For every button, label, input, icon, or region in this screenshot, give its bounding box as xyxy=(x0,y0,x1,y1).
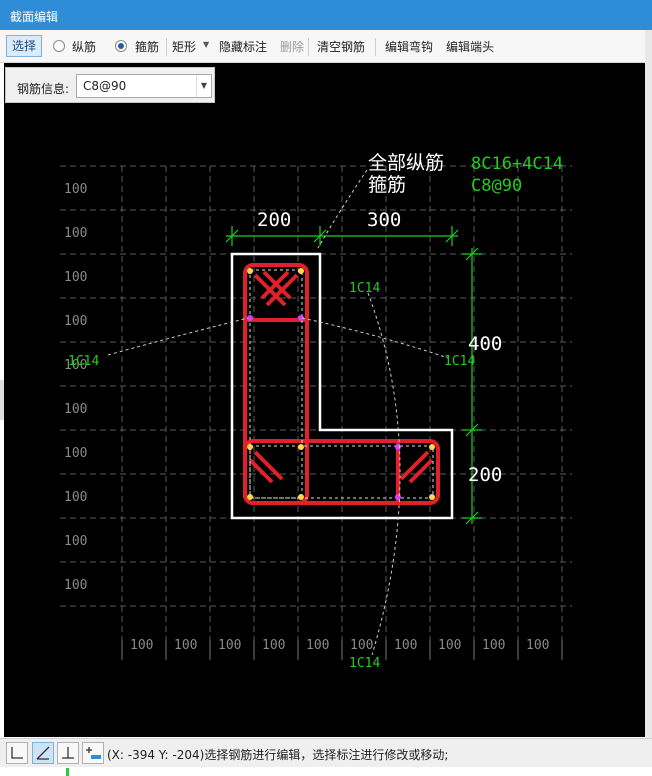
status-bar: (X: -394 Y: -204)选择钢筋进行编辑，选择标注进行修改或移动; xyxy=(0,738,652,767)
rebar-point xyxy=(247,494,253,500)
long-rebar-label[interactable]: 纵筋 xyxy=(72,37,96,57)
grid-label: 100 xyxy=(64,270,87,285)
leader-lines xyxy=(107,169,449,656)
grid-label: 100 xyxy=(130,638,153,653)
rebar-label: 1C14 xyxy=(349,281,380,296)
legend: 全部纵筋 箍筋 xyxy=(368,152,444,196)
toolbar-separator xyxy=(375,38,376,56)
grid-label: 100 xyxy=(350,638,373,653)
grid-label: 100 xyxy=(64,226,87,241)
window-edge xyxy=(0,767,652,776)
grid-label: 100 xyxy=(64,578,87,593)
rebar-label: 1C14 xyxy=(349,656,380,671)
title-bar: 截面编辑 xyxy=(0,0,652,30)
grid-label: 100 xyxy=(64,490,87,505)
rebar-point xyxy=(247,444,253,450)
dim-300-top: 300 xyxy=(367,209,401,231)
perpendicular-snap-icon[interactable] xyxy=(57,742,79,764)
rebar-point xyxy=(429,494,435,500)
toolbar: 选择 纵筋 箍筋 矩形 ▼ 隐藏标注 删除 清空钢筋 编辑弯钩 编辑端头 xyxy=(0,30,652,63)
window-title: 截面编辑 xyxy=(10,10,59,24)
dim-200-top: 200 xyxy=(257,209,291,231)
grid-label: 100 xyxy=(64,402,87,417)
legend-long-rebar: 全部纵筋 xyxy=(368,152,444,174)
shape-dropdown[interactable]: 矩形 xyxy=(172,37,196,57)
grid-label: 100 xyxy=(64,446,87,461)
grid-label: 100 xyxy=(64,182,87,197)
rebar-point xyxy=(395,444,401,450)
grid-label: 100 xyxy=(438,638,461,653)
rebar-label: 1C14 xyxy=(68,354,99,369)
rebar-point xyxy=(298,444,304,450)
stirrup-label[interactable]: 箍筋 xyxy=(135,37,159,57)
grid-label: 100 xyxy=(306,638,329,653)
angle-snap-icon[interactable] xyxy=(32,742,54,764)
grid-label: 100 xyxy=(482,638,505,653)
dim-400-right: 400 xyxy=(468,333,502,355)
rebar-info-label: 钢筋信息: xyxy=(17,82,70,96)
ortho-snap-icon[interactable] xyxy=(6,742,28,764)
status-text: (X: -394 Y: -204)选择钢筋进行编辑，选择标注进行修改或移动; xyxy=(107,748,449,762)
grid-label: 100 xyxy=(218,638,241,653)
select-button[interactable]: 选择 xyxy=(6,35,42,57)
grid-label: 100 xyxy=(262,638,285,653)
rebar-point xyxy=(429,444,435,450)
long-rebar-radio[interactable] xyxy=(53,40,65,52)
dimension-lines xyxy=(225,226,482,525)
legend-stirrup: 箍筋 xyxy=(368,174,406,196)
delete-button[interactable]: 删除 xyxy=(280,37,304,57)
grid-label: 100 xyxy=(526,638,549,653)
toolbar-separator xyxy=(308,38,309,56)
legend-values[interactable]: 8C16+4C14 C8@90 xyxy=(471,154,563,196)
window-edge xyxy=(645,30,652,740)
edit-end-button[interactable]: 编辑端头 xyxy=(446,37,494,57)
chevron-down-icon[interactable]: ▼ xyxy=(196,75,211,97)
rebar-points[interactable] xyxy=(247,268,435,500)
long-rebar-value: 8C16+4C14 xyxy=(471,154,563,174)
rebar-point xyxy=(298,268,304,274)
drawing-canvas[interactable]: 100 100 100 100 100 100 100 100 100 100 … xyxy=(4,63,645,737)
chevron-down-icon[interactable]: ▼ xyxy=(203,40,209,49)
grid-label: 100 xyxy=(394,638,417,653)
dim-200-right: 200 xyxy=(468,464,502,486)
clear-rebar-button[interactable]: 清空钢筋 xyxy=(317,37,365,57)
rebar-point xyxy=(298,494,304,500)
stirrup-value: C8@90 xyxy=(471,176,522,196)
grid-label: 100 xyxy=(64,534,87,549)
rebar-label: 1C14 xyxy=(444,354,475,369)
rebar-info-panel: 钢筋信息: C8@90 ▼ xyxy=(5,67,215,103)
section-drawing[interactable]: 100 100 100 100 100 100 100 100 100 100 … xyxy=(4,63,645,737)
rebar-centerlines xyxy=(249,269,434,499)
grid-labels-bottom: 100 100 100 100 100 100 100 100 100 100 xyxy=(130,638,549,653)
rebar-point xyxy=(247,268,253,274)
dimension-texts[interactable]: 200 300 400 200 xyxy=(257,209,502,486)
dimension-snap-icon[interactable] xyxy=(82,742,104,764)
toolbar-separator xyxy=(166,38,167,56)
grid-labels-left: 100 100 100 100 100 100 100 100 100 100 xyxy=(64,182,87,593)
edit-hook-button[interactable]: 编辑弯钩 xyxy=(385,37,433,57)
rebar-info-select[interactable]: C8@90 ▼ xyxy=(76,74,212,98)
grid-label: 100 xyxy=(174,638,197,653)
taskbar-indicator xyxy=(66,768,69,776)
grid-label: 100 xyxy=(64,314,87,329)
rebar-info-value[interactable]: C8@90 xyxy=(83,79,126,93)
hide-annotation-button[interactable]: 隐藏标注 xyxy=(219,37,267,57)
stirrup-radio[interactable] xyxy=(115,40,127,52)
